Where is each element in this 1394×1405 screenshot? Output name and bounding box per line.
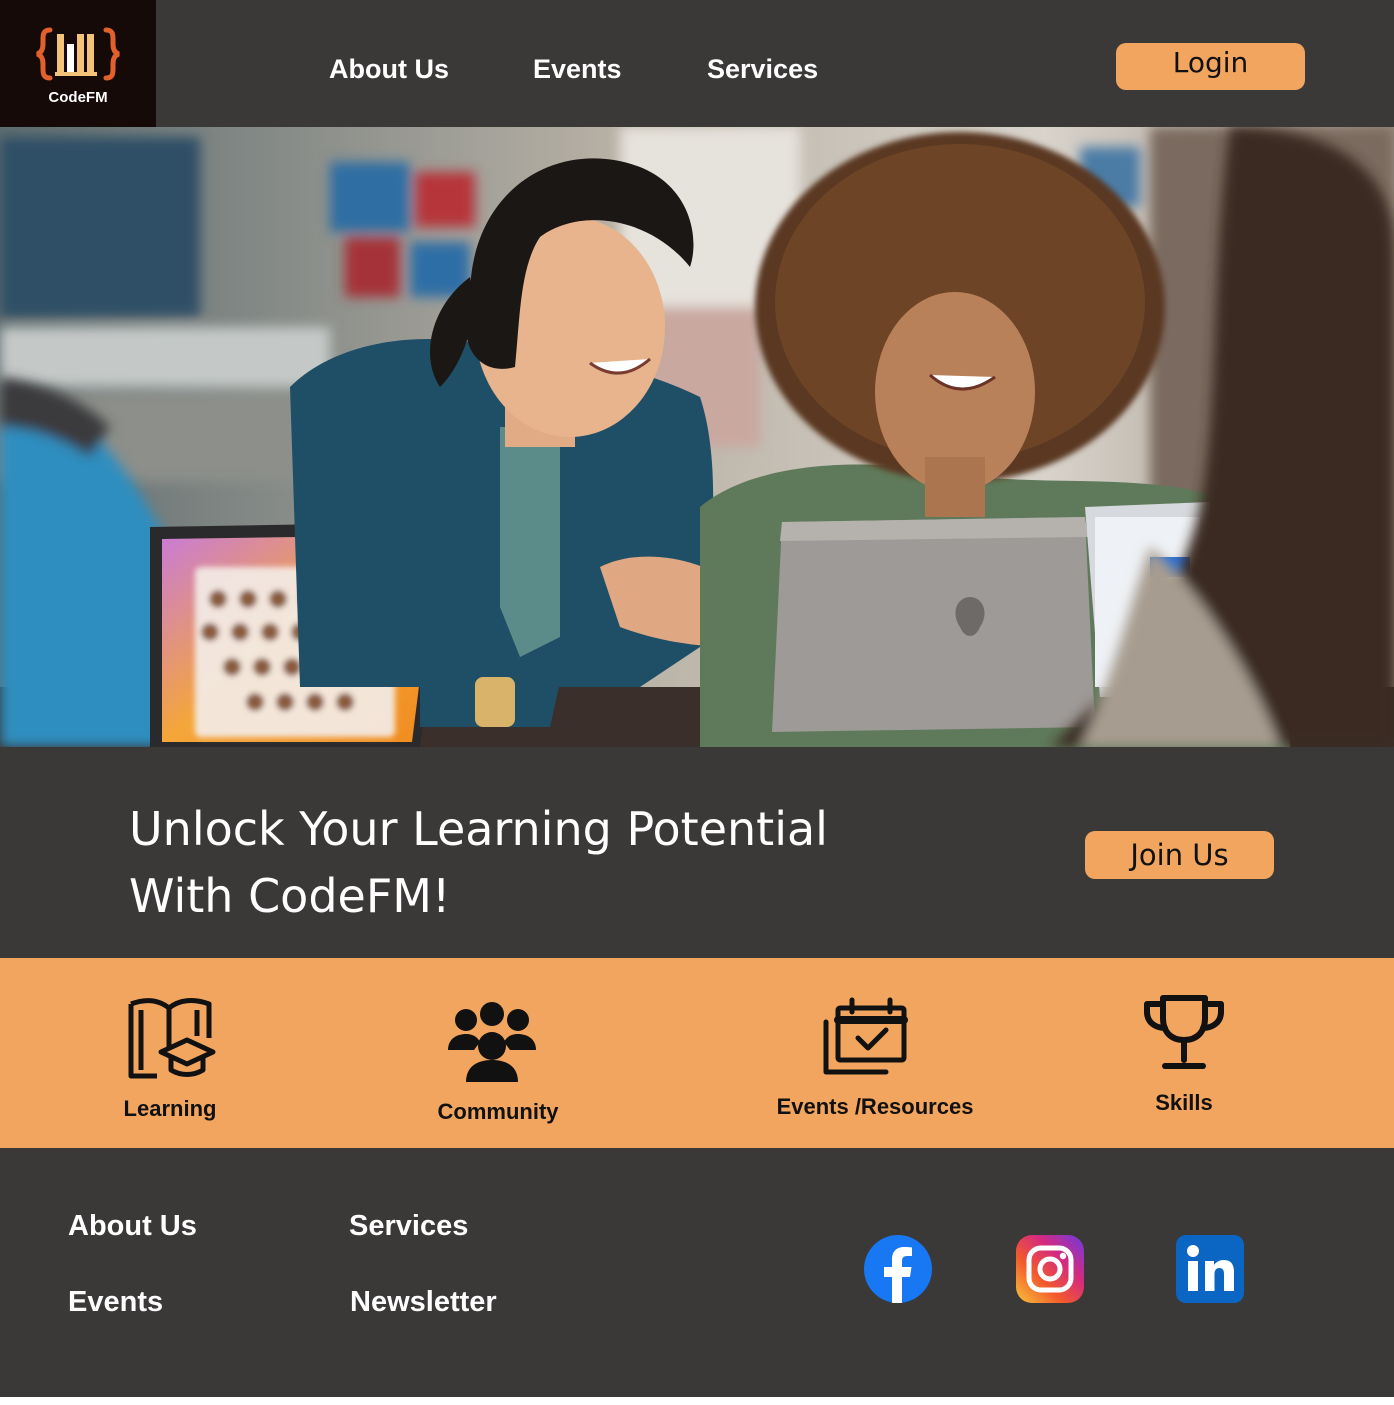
feature-events-label: Events /Resources — [776, 1094, 974, 1119]
people-group-icon — [448, 1002, 536, 1082]
join-us-button[interactable]: Join Us — [1085, 831, 1274, 879]
instagram-icon[interactable] — [1016, 1235, 1084, 1303]
logo[interactable]: CodeFM — [0, 0, 156, 127]
footer-link-about-us[interactable]: About Us — [68, 1208, 197, 1244]
site-header: CodeFM About Us Events Services Login — [0, 0, 1394, 127]
feature-community[interactable]: Community — [418, 998, 578, 1128]
footer-link-events[interactable]: Events — [68, 1284, 163, 1320]
nav-services[interactable]: Services — [707, 52, 818, 86]
features-strip: Learning Community Events /Resources Ski… — [0, 958, 1394, 1148]
trophy-icon — [1144, 995, 1224, 1069]
calendar-check-icon — [823, 997, 908, 1075]
site-footer: About Us Services Events Newsletter — [0, 1148, 1394, 1397]
feature-events-resources[interactable]: Events /Resources — [770, 996, 980, 1126]
hero-headline: Unlock Your Learning Potential With Code… — [129, 796, 889, 930]
nav-events[interactable]: Events — [533, 52, 622, 86]
footer-link-newsletter[interactable]: Newsletter — [350, 1284, 497, 1320]
linkedin-icon[interactable] — [1176, 1235, 1244, 1303]
feature-learning-label: Learning — [123, 1096, 217, 1121]
footer-link-services[interactable]: Services — [349, 1208, 468, 1244]
logo-icon — [36, 27, 120, 81]
feature-skills[interactable]: Skills — [1104, 994, 1264, 1124]
feature-skills-label: Skills — [1155, 1090, 1213, 1115]
headline-line-1: Unlock Your Learning Potential — [129, 802, 828, 856]
headline-line-2: With CodeFM! — [129, 869, 451, 923]
feature-learning[interactable]: Learning — [90, 996, 250, 1126]
nav-about-us[interactable]: About Us — [329, 52, 449, 86]
facebook-icon[interactable] — [864, 1235, 932, 1303]
hero-image — [0, 127, 1394, 747]
login-button[interactable]: Login — [1116, 43, 1305, 90]
book-graduation-cap-icon — [128, 998, 216, 1079]
hero-photo-illustration — [0, 127, 1394, 747]
feature-community-label: Community — [437, 1099, 559, 1124]
logo-text: CodeFM — [48, 89, 108, 106]
